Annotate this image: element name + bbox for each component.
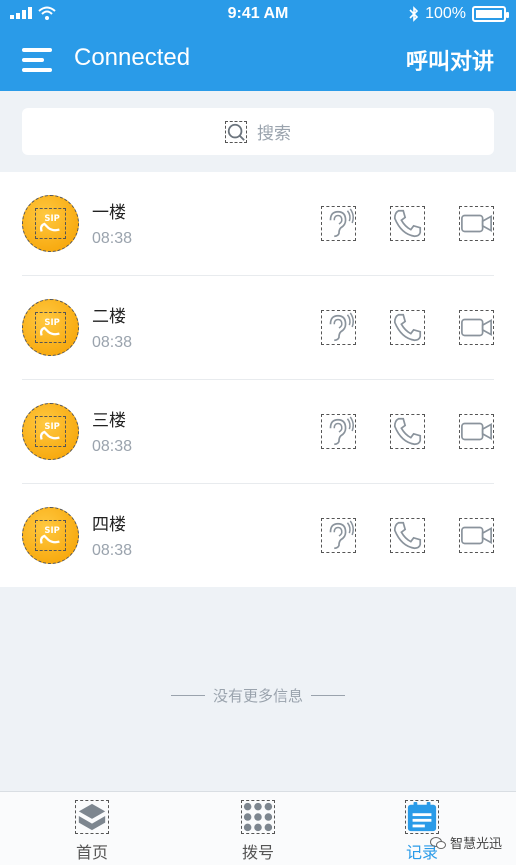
record-time: 08:38: [92, 438, 133, 455]
search-placeholder: 搜索: [257, 124, 291, 144]
no-more-info-text: 没有更多信息: [212, 687, 303, 705]
tab-dial[interactable]: 拨号: [218, 798, 298, 862]
record-time: 08:38: [92, 542, 133, 559]
intercom-icon: SIP: [35, 208, 66, 239]
record-time: 08:38: [92, 334, 133, 351]
listen-icon[interactable]: [321, 310, 356, 345]
page-title: Connected: [74, 44, 191, 71]
no-more-info: 没有更多信息: [0, 685, 516, 706]
watermark-text: 智慧光迅: [449, 837, 502, 852]
divider-line: [170, 695, 205, 696]
svg-text:SIP: SIP: [44, 421, 59, 431]
intercom-icon: SIP: [35, 312, 66, 343]
avatar: SIP: [22, 195, 79, 252]
bluetooth-icon: [409, 6, 419, 22]
menu-icon[interactable]: [22, 48, 52, 72]
battery-icon: [472, 6, 509, 22]
video-icon[interactable]: [459, 414, 494, 449]
phone-icon[interactable]: [390, 414, 425, 449]
avatar: SIP: [22, 299, 79, 356]
list-item[interactable]: SIP 四楼 08:38: [0, 484, 516, 588]
svg-text:SIP: SIP: [44, 317, 59, 327]
divider-line: [311, 695, 345, 696]
listen-icon[interactable]: [321, 518, 356, 553]
tab-bar: 首页 拨号 记录: [0, 791, 516, 865]
record-name: 一楼: [92, 203, 126, 223]
record-list: SIP 一楼 08:38 SIP 二楼 08:38 SIP 三楼 08:38 S…: [0, 172, 516, 587]
battery-percent: 100%: [425, 5, 466, 22]
status-right: 100%: [409, 5, 509, 23]
search-input[interactable]: 搜索: [22, 108, 494, 155]
tab-home[interactable]: 首页: [52, 798, 132, 862]
search-area: 搜索: [0, 91, 516, 172]
search-icon: [225, 120, 247, 143]
status-bar: 9:41 AM 100%: [0, 0, 516, 30]
tab-home-label: 首页: [75, 843, 108, 862]
phone-icon[interactable]: [390, 310, 425, 345]
record-name: 四楼: [92, 515, 126, 535]
svg-text:SIP: SIP: [44, 213, 59, 223]
tab-dial-label: 拨号: [241, 843, 274, 862]
nav-bar: Connected 呼叫对讲: [0, 30, 516, 91]
watermark: 智慧光迅: [429, 833, 502, 852]
list-item[interactable]: SIP 三楼 08:38: [0, 380, 516, 484]
wechat-icon: [429, 836, 446, 849]
video-icon[interactable]: [459, 518, 494, 553]
svg-text:SIP: SIP: [44, 525, 59, 535]
video-icon[interactable]: [459, 310, 494, 345]
dialpad-icon: [241, 800, 275, 834]
video-icon[interactable]: [459, 206, 494, 241]
avatar: SIP: [22, 507, 79, 564]
intercom-icon: SIP: [35, 520, 66, 551]
intercom-icon: SIP: [35, 416, 66, 447]
records-icon: [405, 800, 439, 834]
listen-icon[interactable]: [321, 206, 356, 241]
listen-icon[interactable]: [321, 414, 356, 449]
record-name: 三楼: [92, 411, 126, 431]
phone-icon[interactable]: [390, 518, 425, 553]
layers-icon: [75, 800, 109, 834]
avatar: SIP: [22, 403, 79, 460]
record-name: 二楼: [92, 307, 126, 327]
record-time: 08:38: [92, 230, 133, 247]
phone-icon[interactable]: [390, 206, 425, 241]
list-item[interactable]: SIP 一楼 08:38: [0, 172, 516, 276]
list-item[interactable]: SIP 二楼 08:38: [0, 276, 516, 380]
call-intercom-button[interactable]: 呼叫对讲: [406, 44, 494, 76]
